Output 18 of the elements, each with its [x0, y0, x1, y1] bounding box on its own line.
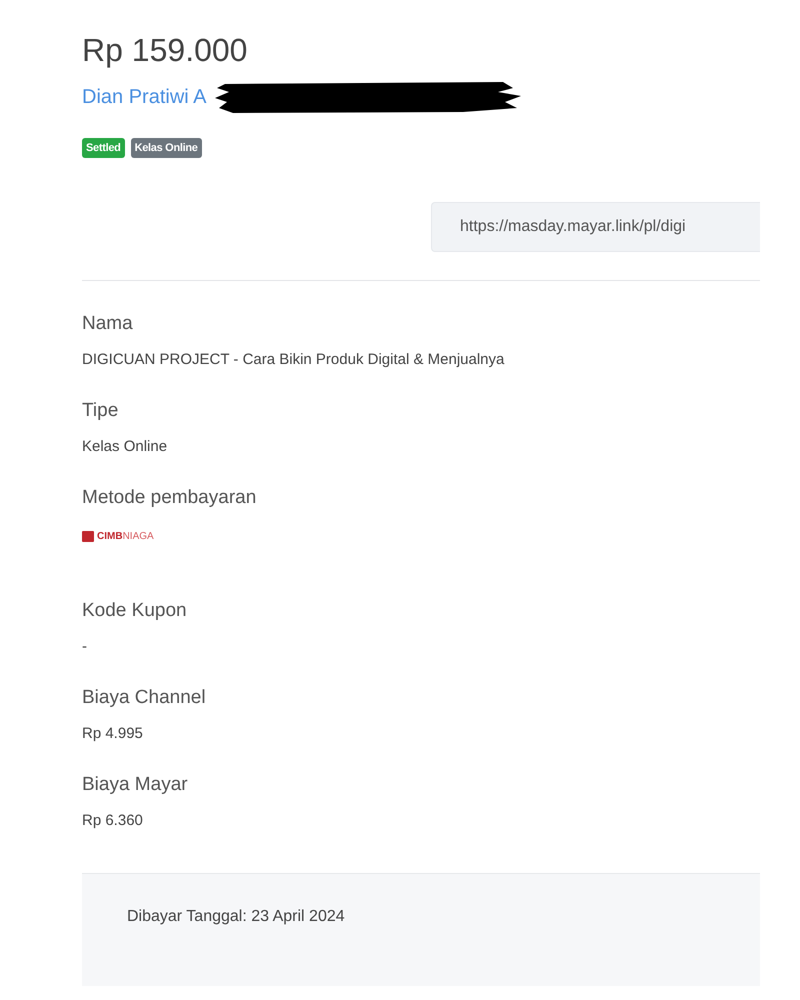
field-label: Biaya Channel — [82, 686, 207, 710]
bank-logo: CIMBNIAGA — [82, 531, 154, 542]
field-label: Tipe — [82, 399, 120, 423]
status-badge: Kelas Online — [130, 138, 202, 158]
field-label: Kode Kupon — [82, 599, 188, 623]
field-label: Metode pembayaran — [82, 486, 258, 510]
field-value: Kelas Online — [82, 438, 168, 455]
field-value: Rp 6.360 — [82, 812, 144, 829]
amount-text: Rp 159.000 — [82, 31, 248, 70]
status-badge: Settled — [82, 138, 125, 158]
field-value: - — [82, 638, 88, 655]
logo-icon — [82, 531, 94, 542]
link-field[interactable]: https://masday.mayar.link/pl/digi — [431, 202, 760, 252]
field-value: DIGICUAN PROJECT - Cara Bikin Produk Digital & Menjualnya — [82, 351, 506, 368]
field-label: Biaya Mayar — [82, 773, 189, 797]
field-label: Nama — [82, 312, 134, 336]
payment-date: Dibayar Tanggal: 23 April 2024 — [127, 908, 345, 925]
field-value: Rp 4.995 — [82, 725, 144, 742]
